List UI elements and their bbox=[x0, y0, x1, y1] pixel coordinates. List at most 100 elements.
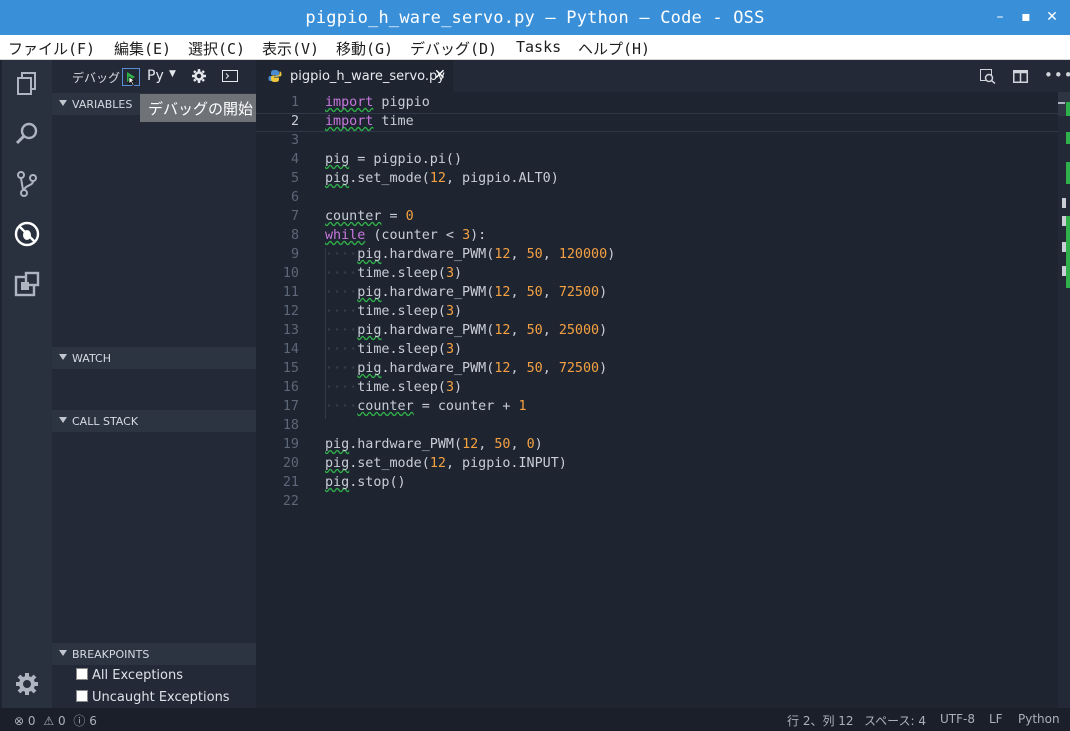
close-window-icon[interactable]: ✕ bbox=[1043, 8, 1061, 26]
menu-selection[interactable]: 選択(C) bbox=[188, 38, 245, 59]
callstack-section-header[interactable]: CALL STACK bbox=[52, 410, 256, 432]
cursor-marker bbox=[1058, 102, 1065, 104]
search-icon[interactable] bbox=[13, 120, 41, 148]
editor-tabs-bar: pigpio_h_ware_servo.py ✕ ••• bbox=[256, 60, 1070, 92]
overview-marker bbox=[1062, 198, 1066, 208]
maximize-icon[interactable]: ▪ bbox=[1017, 8, 1035, 26]
breakpoint-checkbox[interactable] bbox=[76, 668, 88, 680]
line-ending[interactable]: LF bbox=[989, 712, 1003, 726]
code-line[interactable]: import time bbox=[325, 114, 414, 129]
code-line[interactable]: pig.stop() bbox=[325, 475, 406, 490]
menu-go[interactable]: 移動(G) bbox=[336, 38, 393, 59]
code-line[interactable]: ····counter = counter + 1 bbox=[325, 399, 527, 414]
code-line[interactable]: ····pig.hardware_PWM(12, 50, 72500) bbox=[325, 285, 607, 300]
debug-settings-gear-icon[interactable] bbox=[191, 68, 207, 84]
editor-scrollbar[interactable] bbox=[1058, 92, 1070, 708]
code-line[interactable]: import pigpio bbox=[325, 95, 430, 110]
breakpoint-label: All Exceptions bbox=[92, 668, 183, 683]
breakpoint-checkbox[interactable] bbox=[76, 690, 88, 702]
python-file-icon bbox=[268, 70, 282, 82]
error-count-value: 0 bbox=[27, 714, 36, 728]
error-count[interactable]: ⊗ 0 ⚠ 0 ⓘ 6 bbox=[14, 712, 97, 729]
menu-edit[interactable]: 編集(E) bbox=[114, 38, 171, 59]
debug-toolbar: デバッグ Py ▼ bbox=[52, 60, 256, 92]
tab-label: pigpio_h_ware_servo.py bbox=[290, 69, 445, 84]
menu-file[interactable]: ファイル(F) bbox=[8, 38, 95, 59]
source-control-icon[interactable] bbox=[13, 170, 41, 198]
warning-count-value: 0 bbox=[57, 714, 66, 728]
explorer-icon[interactable] bbox=[13, 70, 41, 98]
code-line[interactable]: ····pig.hardware_PWM(12, 50, 25000) bbox=[325, 323, 607, 338]
encoding[interactable]: UTF-8 bbox=[940, 712, 975, 726]
breakpoint-item[interactable]: All Exceptions bbox=[76, 668, 183, 683]
warning-icon: ⚠ bbox=[43, 714, 55, 728]
overview-marker bbox=[1066, 162, 1070, 184]
breakpoint-label: Uncaught Exceptions bbox=[92, 690, 230, 705]
breakpoints-title: BREAKPOINTS bbox=[72, 648, 150, 661]
code-line[interactable]: counter = 0 bbox=[325, 209, 414, 224]
line-number: 8 bbox=[290, 228, 299, 243]
overview-marker bbox=[1062, 266, 1066, 276]
line-number: 6 bbox=[290, 190, 299, 205]
collapse-arrow-icon bbox=[59, 100, 67, 106]
code-line[interactable]: ····time.sleep(3) bbox=[325, 304, 462, 319]
split-editor-icon[interactable] bbox=[1013, 70, 1028, 83]
window-title: pigpio_h_ware_servo.py — Python — Code -… bbox=[305, 8, 765, 28]
open-changes-icon[interactable] bbox=[980, 69, 996, 84]
code-line[interactable]: ····time.sleep(3) bbox=[325, 380, 462, 395]
watch-section-header[interactable]: WATCH bbox=[52, 347, 256, 369]
code-line[interactable]: pig.set_mode(12, pigpio.ALT0) bbox=[325, 171, 559, 186]
indentation[interactable]: スペース: 4 bbox=[864, 712, 926, 729]
breakpoint-item[interactable]: Uncaught Exceptions bbox=[76, 690, 230, 705]
debug-console-icon[interactable] bbox=[222, 70, 238, 82]
code-editor[interactable]: 1 2 3 4 5 6 7 8 9 10 11 12 13 14 15 16 17 18 19 20 21 22 impo… bbox=[256, 92, 1058, 708]
code-line[interactable]: while (counter < 3): bbox=[325, 228, 486, 243]
debug-icon[interactable] bbox=[13, 220, 41, 248]
start-debugging-tooltip: デバッグの開始 bbox=[140, 94, 267, 122]
more-actions-icon[interactable]: ••• bbox=[1044, 66, 1070, 84]
debug-config-select[interactable]: Py bbox=[147, 68, 164, 84]
menu-view[interactable]: 表示(V) bbox=[262, 38, 319, 59]
overview-marker bbox=[1066, 132, 1070, 144]
info-count-value: 6 bbox=[89, 714, 97, 728]
code-line[interactable]: ····pig.hardware_PWM(12, 50, 120000) bbox=[325, 247, 615, 262]
line-number: 2 bbox=[290, 114, 299, 129]
breakpoints-section-header[interactable]: BREAKPOINTS bbox=[52, 643, 256, 665]
line-number: 22 bbox=[282, 494, 299, 509]
line-number: 7 bbox=[290, 209, 299, 224]
collapse-arrow-icon bbox=[59, 417, 67, 423]
line-number: 17 bbox=[282, 399, 299, 414]
language-mode[interactable]: Python bbox=[1018, 712, 1060, 726]
code-line[interactable]: ····time.sleep(3) bbox=[325, 266, 462, 281]
extensions-icon[interactable] bbox=[13, 270, 41, 298]
overview-marker bbox=[1066, 216, 1070, 288]
line-number: 14 bbox=[282, 342, 299, 357]
code-line[interactable]: ····time.sleep(3) bbox=[325, 342, 462, 357]
chevron-down-icon[interactable]: ▼ bbox=[169, 69, 176, 79]
cursor-position[interactable]: 行 2、列 12 bbox=[787, 712, 854, 729]
menu-debug[interactable]: デバッグ(D) bbox=[410, 38, 497, 59]
line-number: 18 bbox=[282, 418, 299, 433]
minimize-icon[interactable]: – bbox=[991, 8, 1009, 26]
line-number: 1 bbox=[290, 95, 299, 110]
line-number: 9 bbox=[290, 247, 299, 262]
menu-help[interactable]: ヘルプ(H) bbox=[578, 38, 650, 59]
code-line[interactable]: ····pig.hardware_PWM(12, 50, 72500) bbox=[325, 361, 607, 376]
close-tab-icon[interactable]: ✕ bbox=[434, 67, 446, 83]
menu-tasks[interactable]: Tasks bbox=[516, 38, 561, 56]
line-number: 10 bbox=[282, 266, 299, 281]
variables-title: VARIABLES bbox=[72, 98, 133, 111]
code-line[interactable]: pig.set_mode(12, pigpio.INPUT) bbox=[325, 456, 567, 471]
start-debugging-button[interactable] bbox=[122, 68, 140, 86]
code-line[interactable]: pig.hardware_PWM(12, 50, 0) bbox=[325, 437, 543, 452]
tab-pigpio-h-ware-servo[interactable]: pigpio_h_ware_servo.py ✕ bbox=[256, 60, 453, 92]
code-line[interactable]: pig = pigpio.pi() bbox=[325, 152, 462, 167]
title-bar: pigpio_h_ware_servo.py — Python — Code -… bbox=[0, 0, 1070, 35]
manage-gear-icon[interactable] bbox=[13, 670, 41, 698]
line-number: 12 bbox=[282, 304, 299, 319]
debug-label: デバッグ bbox=[72, 71, 121, 85]
line-number: 16 bbox=[282, 380, 299, 395]
menu-bar: ファイル(F) 編集(E) 選択(C) 表示(V) 移動(G) デバッグ(D) … bbox=[0, 35, 1070, 60]
overview-marker bbox=[1062, 242, 1066, 252]
error-icon: ⊗ bbox=[14, 714, 25, 728]
